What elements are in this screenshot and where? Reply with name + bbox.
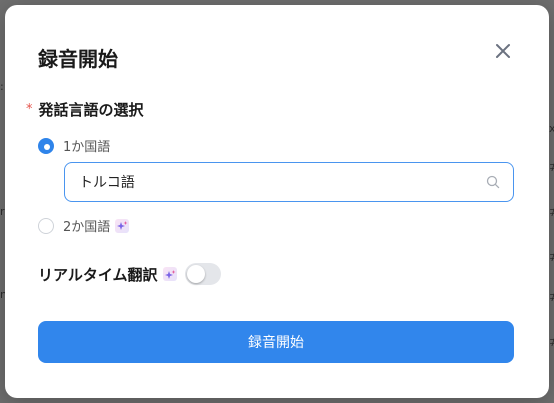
realtime-translation-label: リアルタイム翻訳 [38, 265, 158, 284]
toggle-knob [186, 265, 205, 283]
recording-start-dialog: 録音開始 * 発話言語の選択 1か国語 2か国語 リアルタイム翻訳 [5, 5, 549, 398]
option-two-languages[interactable]: 2か国語 [38, 216, 130, 235]
language-input[interactable] [64, 162, 514, 202]
option-two-languages-label: 2か国語 [63, 220, 111, 235]
radio-one-language[interactable] [38, 137, 54, 154]
close-button[interactable] [491, 39, 515, 63]
sparkle-icon [162, 267, 177, 281]
section-label-text: 発話言語の選択 [38, 101, 144, 119]
background-text: ⊅ [549, 250, 554, 263]
background-text: ⊅ [549, 335, 554, 348]
background-text: ⊅ [549, 290, 554, 303]
speech-language-label: * 発話言語の選択 [26, 99, 144, 120]
option-one-language[interactable]: 1か国語 [38, 136, 110, 155]
required-mark: * [26, 102, 33, 117]
option-one-language-label: 1か国語 [63, 140, 111, 155]
dialog-title: 録音開始 [38, 47, 118, 71]
background-text: : [0, 80, 4, 93]
realtime-translation-row: リアルタイム翻訳 [38, 263, 221, 285]
radio-two-languages[interactable] [38, 217, 54, 234]
background-text: x [549, 122, 554, 135]
close-icon [496, 44, 510, 58]
realtime-translation-toggle[interactable] [184, 263, 221, 285]
background-text: ⊅ [549, 160, 554, 173]
background-text: r [0, 205, 5, 218]
start-recording-button[interactable]: 録音開始 [38, 321, 514, 363]
search-icon[interactable] [486, 175, 500, 189]
background-text: ⊅ [549, 205, 554, 218]
sparkle-icon [115, 218, 130, 233]
